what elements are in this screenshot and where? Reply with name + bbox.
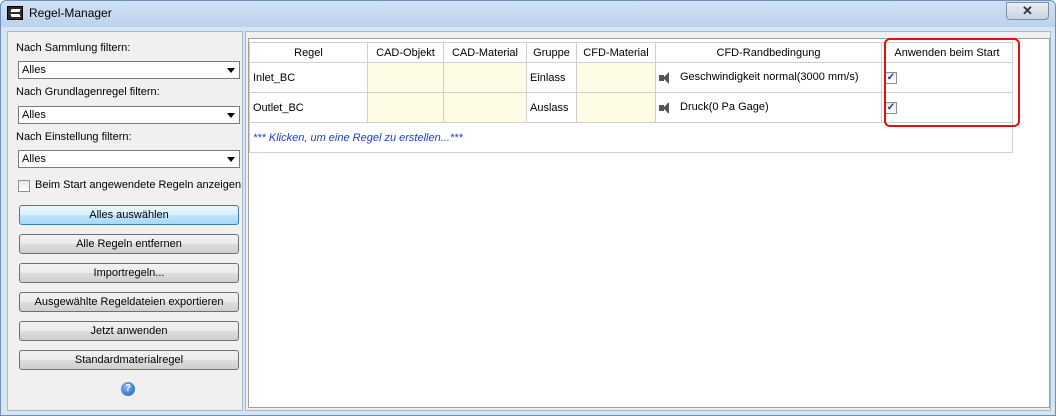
column-header-regel[interactable]: Regel [249, 42, 368, 63]
cell-cad-objekt[interactable] [367, 92, 444, 123]
einstellung-filter-label: Nach Einstellung filtern: [16, 131, 132, 143]
column-header-cfd-randbedingung[interactable]: CFD-Randbedingung [655, 42, 882, 63]
regel-manager-window: Regel-Manager ✕ Nach Sammlung filtern: A… [0, 0, 1056, 416]
column-header-cad-objekt[interactable]: CAD-Objekt [367, 42, 444, 63]
column-header-anwenden-beim-start[interactable]: Anwenden beim Start [881, 42, 1013, 63]
show-start-rules-checkbox[interactable] [18, 180, 30, 192]
cell-regel[interactable]: Inlet_BC [249, 62, 368, 93]
cell-anwenden-beim-start[interactable]: ✓ [881, 62, 1013, 93]
filter-panel: Nach Sammlung filtern: Alles Nach Grundl… [7, 31, 243, 411]
cell-gruppe[interactable]: Auslass [526, 92, 577, 123]
show-start-rules-label: Beim Start angewendete Regeln anzeigen [35, 179, 242, 191]
randbedingung-text: Druck(0 Pa Gage) [680, 101, 769, 114]
add-rule-prompt[interactable]: *** Klicken, um eine Regel zu erstellen.… [249, 122, 1013, 153]
close-button[interactable]: ✕ [1006, 2, 1049, 20]
table-row[interactable]: Outlet_BC Auslass Druck(0 Pa Gage) ✓ [249, 92, 1013, 123]
cell-cfd-material[interactable] [576, 62, 656, 93]
window-title: Regel-Manager [29, 6, 112, 20]
column-header-cad-material[interactable]: CAD-Material [443, 42, 527, 63]
grundlagen-filter-value: Alles [22, 109, 46, 121]
client-area: Nach Sammlung filtern: Alles Nach Grundl… [7, 31, 1051, 411]
grundlagen-filter-select[interactable]: Alles [18, 106, 240, 124]
rules-panel: Regel CAD-Objekt CAD-Material Gruppe CFD… [245, 31, 1051, 411]
einstellung-filter-value: Alles [22, 153, 46, 165]
select-all-button[interactable]: Alles auswählen [19, 205, 239, 225]
chevron-down-icon [227, 113, 235, 118]
chevron-down-icon [227, 68, 235, 73]
add-rule-row[interactable]: *** Klicken, um eine Regel zu erstellen.… [249, 122, 1013, 153]
cell-cfd-randbedingung[interactable]: Druck(0 Pa Gage) [655, 92, 882, 123]
einstellung-filter-select[interactable]: Alles [18, 150, 240, 168]
chevron-down-icon [227, 157, 235, 162]
remove-all-rules-button[interactable]: Alle Regeln entfernen [19, 234, 239, 254]
table-header-row: Regel CAD-Objekt CAD-Material Gruppe CFD… [249, 42, 1013, 63]
cell-cfd-material[interactable] [576, 92, 656, 123]
cell-cad-material[interactable] [443, 62, 527, 93]
rules-table: Regel CAD-Objekt CAD-Material Gruppe CFD… [249, 42, 1013, 153]
export-rules-button[interactable]: Ausgewählte Regeldateien exportieren [19, 292, 239, 312]
sammlung-filter-select[interactable]: Alles [18, 61, 240, 79]
cell-cad-material[interactable] [443, 92, 527, 123]
standard-material-rule-button[interactable]: Standardmaterialregel [19, 350, 239, 370]
cell-cfd-randbedingung[interactable]: Geschwindigkeit normal(3000 mm/s) [655, 62, 882, 93]
app-icon [7, 6, 23, 20]
cell-gruppe[interactable]: Einlass [526, 62, 577, 93]
import-rules-button[interactable]: Importregeln... [19, 263, 239, 283]
column-header-gruppe[interactable]: Gruppe [526, 42, 577, 63]
cell-anwenden-beim-start[interactable]: ✓ [881, 92, 1013, 123]
speaker-icon [659, 71, 673, 84]
cell-cad-objekt[interactable] [367, 62, 444, 93]
speaker-icon [659, 101, 673, 114]
randbedingung-text: Geschwindigkeit normal(3000 mm/s) [680, 71, 859, 84]
apply-on-start-checkbox[interactable]: ✓ [885, 71, 897, 84]
table-row[interactable]: Inlet_BC Einlass Geschwindigkeit normal(… [249, 62, 1013, 93]
column-header-cfd-material[interactable]: CFD-Material [576, 42, 656, 63]
apply-now-button[interactable]: Jetzt anwenden [19, 321, 239, 341]
sammlung-filter-value: Alles [22, 64, 46, 76]
rules-grid: Regel CAD-Objekt CAD-Material Gruppe CFD… [248, 38, 1050, 408]
cell-regel[interactable]: Outlet_BC [249, 92, 368, 123]
grundlagen-filter-label: Nach Grundlagenregel filtern: [16, 86, 160, 98]
sammlung-filter-label: Nach Sammlung filtern: [16, 42, 131, 54]
apply-on-start-checkbox[interactable]: ✓ [885, 101, 897, 114]
title-bar[interactable]: Regel-Manager ✕ [1, 1, 1055, 27]
help-icon[interactable]: ? [121, 382, 135, 396]
